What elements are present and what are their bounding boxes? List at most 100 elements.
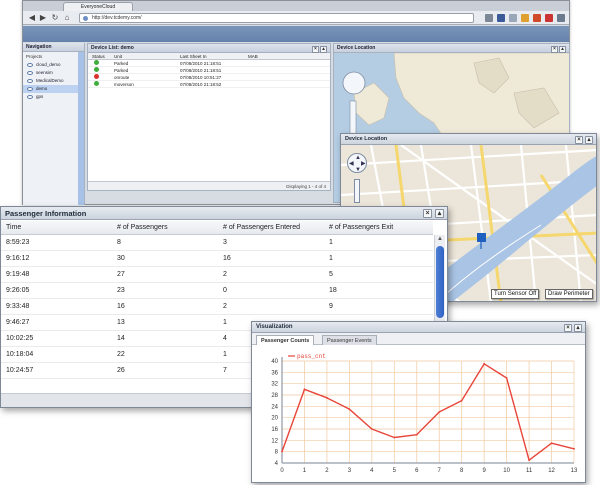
app-header bbox=[23, 26, 569, 42]
passenger-information-titlebar[interactable]: Passenger Information × ▴ bbox=[1, 207, 447, 220]
passenger-cell: 5 bbox=[329, 271, 333, 278]
data-point bbox=[303, 388, 306, 391]
project-item[interactable]: seensim bbox=[23, 69, 84, 77]
close-icon[interactable]: × bbox=[575, 136, 583, 144]
collapse-icon[interactable]: ▴ bbox=[585, 136, 593, 144]
close-icon[interactable]: × bbox=[423, 209, 432, 218]
visualization-titlebar[interactable]: Visualization × ▴ bbox=[252, 322, 585, 333]
close-icon[interactable]: × bbox=[564, 324, 572, 332]
close-icon[interactable]: × bbox=[551, 46, 558, 53]
device-unit: Parked bbox=[114, 61, 129, 66]
passenger-cell: 2 bbox=[223, 303, 227, 310]
map-zoom-slider[interactable] bbox=[354, 179, 360, 203]
data-point bbox=[370, 428, 373, 430]
home-icon[interactable]: ⌂ bbox=[62, 13, 72, 23]
rss-icon[interactable] bbox=[533, 14, 541, 22]
status-icon bbox=[94, 81, 99, 86]
turn-sensor-off-button[interactable]: Turn Sensor Off bbox=[491, 289, 540, 299]
address-bar[interactable]: http://dev.tcdemy.com/ bbox=[79, 13, 474, 23]
visualization-window: Visualization × ▴ Passenger Counts Passe… bbox=[251, 321, 586, 483]
device-row[interactable]: Parked 07/08/2010 21:18:51 bbox=[88, 60, 330, 67]
data-point bbox=[460, 399, 463, 402]
project-icon bbox=[27, 63, 33, 67]
col-unit[interactable]: Unit bbox=[114, 53, 122, 60]
passenger-row[interactable]: 8:59:23 8 3 1 bbox=[1, 235, 433, 251]
extension-icon[interactable] bbox=[509, 14, 517, 22]
col-entered[interactable]: # of Passengers Entered bbox=[223, 221, 300, 235]
close-tab-icon[interactable] bbox=[485, 14, 493, 22]
device-list-footer: Displaying 1 - 4 of 4 bbox=[88, 181, 330, 190]
passenger-row[interactable]: 9:16:12 30 16 1 bbox=[1, 251, 433, 267]
collapse-icon[interactable]: ▴ bbox=[320, 46, 327, 53]
reload-icon[interactable]: ↻ bbox=[50, 13, 60, 23]
project-item[interactable]: gps bbox=[23, 93, 84, 101]
legend-label: pass_cnt bbox=[297, 353, 326, 360]
passenger-row[interactable]: 9:33:48 16 2 9 bbox=[1, 299, 433, 315]
col-status[interactable]: Status bbox=[92, 53, 105, 60]
col-last-sheet[interactable]: Last Sheet In bbox=[180, 53, 207, 60]
gmail-icon[interactable] bbox=[545, 14, 553, 22]
browser-tab[interactable]: EveryoneCloud bbox=[63, 2, 133, 11]
back-icon[interactable]: ◀ bbox=[27, 13, 37, 23]
navigation-collapse-strip[interactable] bbox=[78, 52, 84, 205]
device-time: 07/08/2010 21:18:51 bbox=[180, 68, 222, 73]
passenger-row[interactable]: 9:19:48 27 2 5 bbox=[1, 267, 433, 283]
device-row[interactable]: onroute 07/08/2010 10:51:27 bbox=[88, 74, 330, 81]
scroll-up-icon[interactable]: ▲ bbox=[435, 235, 445, 244]
status-icon bbox=[94, 67, 99, 72]
collapse-icon[interactable]: ▴ bbox=[574, 324, 582, 332]
scrollbar-thumb[interactable] bbox=[436, 246, 444, 318]
pan-left-icon[interactable]: ◀ bbox=[349, 161, 354, 167]
y-tick-label: 20 bbox=[271, 416, 278, 422]
passenger-cell: 10:02:25 bbox=[6, 335, 34, 342]
passenger-cell: 8 bbox=[117, 239, 121, 246]
close-icon[interactable]: × bbox=[312, 46, 319, 53]
x-tick-label: 11 bbox=[526, 468, 533, 474]
forward-icon[interactable]: ▶ bbox=[38, 13, 48, 23]
project-icon bbox=[27, 79, 33, 83]
device-unit: onroute bbox=[114, 75, 130, 80]
project-label: gps bbox=[36, 94, 44, 99]
passenger-cell: 13 bbox=[117, 319, 125, 326]
passenger-cell: 9:26:05 bbox=[6, 287, 30, 294]
passenger-cell: 16 bbox=[223, 255, 231, 262]
device-unit: Parked bbox=[114, 68, 129, 73]
data-point bbox=[415, 433, 418, 436]
tab-passenger-events[interactable]: Passenger Events bbox=[322, 335, 377, 345]
draw-perimeter-button[interactable]: Draw Perimeter bbox=[545, 289, 593, 299]
col-passengers[interactable]: # of Passengers bbox=[117, 221, 168, 235]
navigation-panel: Navigation Projects cloud_demo seensim Med… bbox=[23, 43, 85, 205]
passenger-cell: 26 bbox=[117, 367, 125, 374]
project-item[interactable]: MedicalDemo bbox=[23, 77, 84, 85]
passenger-cell: 1 bbox=[223, 351, 227, 358]
passenger-cell: 0 bbox=[223, 287, 227, 294]
col-mab[interactable]: MAB bbox=[248, 53, 258, 60]
wrench-icon[interactable] bbox=[557, 14, 565, 22]
project-icon bbox=[27, 71, 33, 75]
project-label: seensim bbox=[36, 70, 53, 75]
delicious-icon[interactable] bbox=[521, 14, 529, 22]
passenger-cell: 14 bbox=[117, 335, 125, 342]
device-row[interactable]: Parked 07/08/2010 21:18:51 bbox=[88, 67, 330, 74]
pan-right-icon[interactable]: ▶ bbox=[361, 161, 366, 167]
passenger-row[interactable]: 9:26:05 23 0 18 bbox=[1, 283, 433, 299]
device-table-header: Status Unit Last Sheet In MAB bbox=[88, 53, 330, 60]
visualization-title: Visualization bbox=[256, 324, 293, 330]
pan-down-icon[interactable]: ▼ bbox=[355, 167, 361, 173]
device-row[interactable]: moverson 07/08/2010 21:18:52 bbox=[88, 81, 330, 88]
project-item[interactable]: demo bbox=[23, 85, 84, 93]
project-item[interactable]: cloud_demo bbox=[23, 61, 84, 69]
passenger-cell: 9:19:48 bbox=[6, 271, 30, 278]
col-exit[interactable]: # of Passengers Exit bbox=[329, 221, 393, 235]
collapse-icon[interactable]: ▴ bbox=[559, 46, 566, 53]
passenger-cell: 2 bbox=[223, 271, 227, 278]
device-time: 07/08/2010 10:51:27 bbox=[180, 75, 222, 80]
col-time[interactable]: Time bbox=[6, 221, 21, 235]
background-map-title: Device Location × ▴ bbox=[334, 44, 569, 53]
passenger-cell: 10:18:04 bbox=[6, 351, 34, 358]
passenger-cell: 7 bbox=[223, 367, 227, 374]
collapse-icon[interactable]: ▴ bbox=[435, 209, 444, 218]
device-location-titlebar[interactable]: Device Location × ▴ bbox=[341, 134, 596, 145]
map-pan-control[interactable]: ▲ ▼ ◀ ▶ bbox=[347, 153, 367, 173]
facebook-icon[interactable] bbox=[497, 14, 505, 22]
